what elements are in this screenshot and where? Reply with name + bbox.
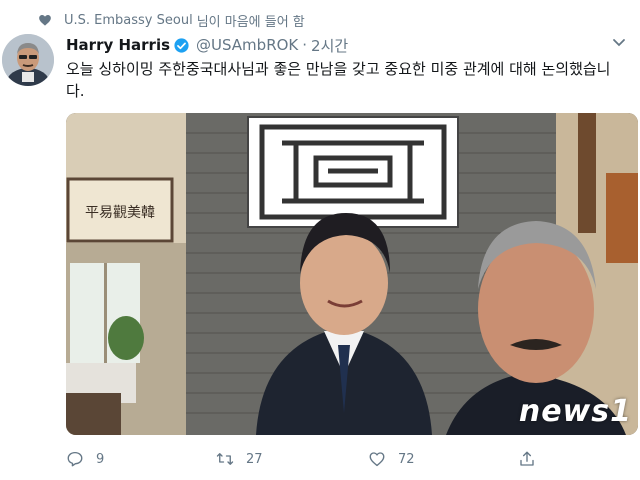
tweet-actions: 9 27 72 — [66, 446, 626, 472]
reply-button[interactable]: 9 — [66, 446, 216, 472]
like-button[interactable]: 72 — [368, 446, 518, 472]
retweet-icon — [216, 453, 234, 465]
retweet-count: 27 — [246, 451, 263, 467]
reply-count: 9 — [96, 451, 105, 467]
news1-watermark: news1 — [518, 394, 632, 429]
share-button[interactable] — [518, 446, 558, 472]
like-count: 72 — [398, 451, 415, 467]
liked-by-name-link[interactable]: U.S. Embassy Seoul — [64, 13, 193, 28]
avatar[interactable] — [2, 34, 54, 86]
tweet-text: 오늘 싱하이밍 주한중국대사님과 좋은 만남을 갖고 중요한 미중 관계에 대해… — [66, 60, 611, 100]
reply-icon — [67, 451, 83, 467]
share-icon — [520, 451, 534, 466]
retweet-button[interactable]: 27 — [216, 446, 368, 472]
author-display-name[interactable]: Harry Harris — [66, 36, 170, 54]
verified-badge-icon — [174, 37, 189, 53]
chevron-down-icon[interactable] — [612, 38, 626, 48]
heart-icon — [39, 14, 51, 26]
separator-dot: · — [302, 36, 308, 54]
tweet-timestamp[interactable]: 2시간 — [311, 35, 348, 56]
liked-by-row: U.S. Embassy Seoul 님이 마음에 들어 함 — [38, 10, 305, 30]
tweet-photo[interactable]: 平易觀美韓 news1 — [66, 113, 638, 435]
liked-by-suffix: 님이 마음에 들어 함 — [196, 14, 305, 30]
heart-outline-icon — [369, 452, 385, 467]
author-handle[interactable]: @USAmbROK — [196, 36, 298, 54]
tweet-header: Harry Harris @USAmbROK · 2시간 — [66, 34, 348, 56]
calligraphy-text: 平易觀美韓 — [85, 205, 155, 221]
